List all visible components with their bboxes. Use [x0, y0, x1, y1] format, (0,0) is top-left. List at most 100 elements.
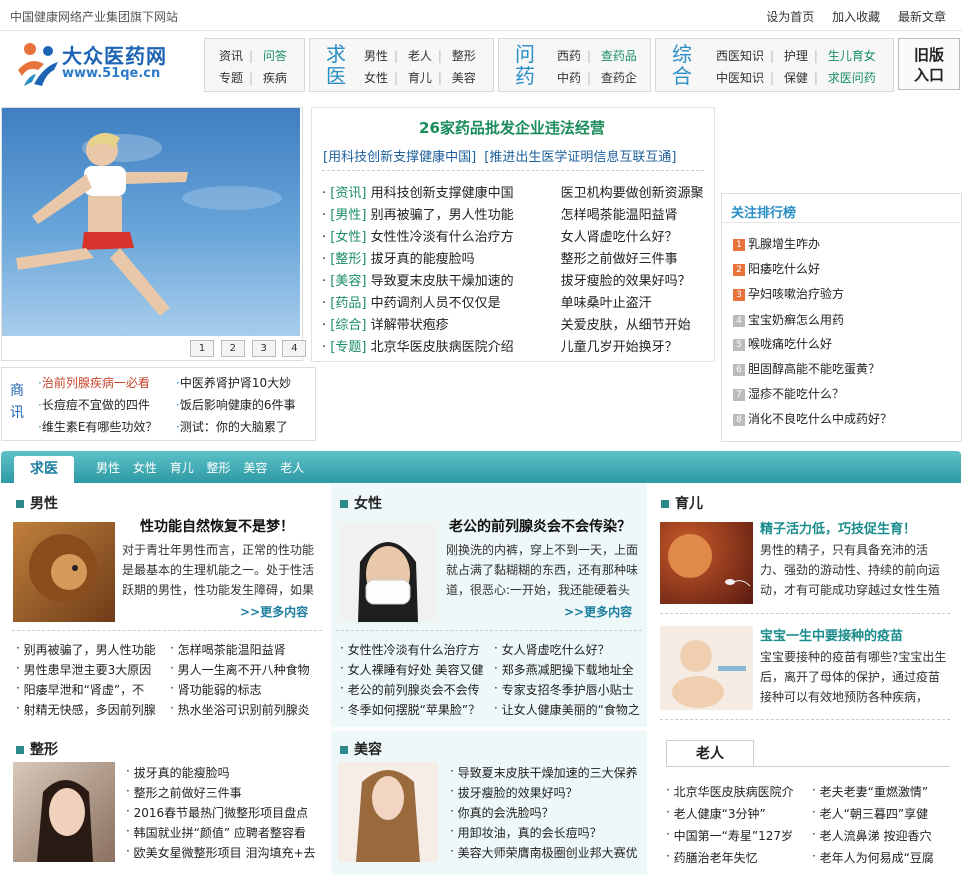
nav-item-chinese-medicine[interactable]: 中药	[557, 69, 581, 86]
nav-item-topic[interactable]: 专题	[219, 69, 243, 86]
nav-item-chinese-knowledge[interactable]: 中医知识	[716, 69, 764, 86]
news-subhead-right[interactable]: [推进出生医学证明信息互联互通]	[484, 146, 676, 165]
hero-page-3[interactable]: 3	[251, 340, 276, 357]
news-link[interactable]: 用科技创新支撑健康中国	[371, 182, 561, 201]
news-tag[interactable]: [药品]	[330, 292, 366, 311]
nav-big-seek-doctor[interactable]: 求医	[320, 43, 352, 87]
list-item[interactable]: · 药膳治老年失忆	[666, 849, 808, 866]
nav-item-seek-advice[interactable]: 求医问药	[828, 69, 876, 86]
news-subhead-left[interactable]: [用科技创新支撑健康中国]	[323, 146, 476, 165]
female-more-link[interactable]: >>更多内容	[564, 603, 632, 620]
list-item[interactable]: · 老人流鼻涕 按迎香穴	[812, 827, 954, 844]
ranking-item[interactable]: 3 孕妇咳嗽治疗验方	[733, 285, 844, 302]
list-item[interactable]: · 阳痿早泄和“肾虚”，不	[16, 681, 170, 698]
list-item[interactable]: · 北京华医皮肤病医院介	[666, 783, 808, 800]
list-item[interactable]: · 你真的会洗脸吗？	[450, 804, 648, 821]
section-link-elder[interactable]: 老人	[280, 459, 304, 476]
list-item[interactable]: · 美容大师荣膺南极圈创业邦大赛优	[450, 844, 648, 861]
news-link[interactable]: 关爱皮肤，从细节开始	[561, 314, 691, 333]
list-item[interactable]: · 老人健康“3分钟”	[666, 805, 808, 822]
female-article-image[interactable]	[338, 522, 438, 622]
news-link[interactable]: 怎样喝茶能温阳益肾	[561, 204, 678, 223]
list-item[interactable]: · 专家支招冬季护唇小贴士	[494, 681, 648, 698]
ranking-item[interactable]: 7 湿疹不能吃什么？	[733, 385, 844, 402]
nav-item-beauty[interactable]: 美容	[452, 69, 476, 86]
news-tag[interactable]: [男性]	[330, 204, 366, 223]
news-link[interactable]: 北京华医皮肤病医院介绍	[371, 336, 561, 355]
nav-item-search-drugs[interactable]: 查药品	[601, 47, 637, 64]
male-article-image[interactable]	[13, 522, 115, 622]
news-link[interactable]: 女人肾虚吃什么好？	[561, 226, 678, 245]
nav-item-male[interactable]: 男性	[364, 47, 388, 64]
news-link[interactable]: 儿童几岁开始换牙？	[561, 336, 678, 355]
ranking-item[interactable]: 1 乳腺增生咋办	[733, 235, 820, 252]
hero-page-1[interactable]: 1	[190, 340, 214, 357]
list-item[interactable]: · 肾功能弱的标志	[170, 681, 324, 698]
list-item[interactable]: · 老公的前列腺炎会不会传	[340, 681, 494, 698]
news-tag[interactable]: [资讯]	[330, 182, 366, 201]
list-item[interactable]: · 热水坐浴可识别前列腺炎	[170, 701, 324, 718]
section-tab-seek-doctor[interactable]: 求医	[14, 456, 74, 483]
latest-articles-link[interactable]: 最新文章	[898, 8, 946, 25]
male-more-link[interactable]: >>更多内容	[240, 603, 308, 620]
list-item[interactable]: · 整形之前做好三件事	[126, 784, 324, 801]
nav-big-ask-medicine[interactable]: 问药	[509, 43, 541, 87]
list-item[interactable]: · 男性患早泄主要3大原因	[16, 661, 170, 678]
nav-item-news[interactable]: 资讯	[219, 47, 243, 64]
news-link[interactable]: 女性性冷淡有什么治疗方	[371, 226, 561, 245]
list-item[interactable]: · 女性性冷淡有什么治疗方	[340, 641, 494, 658]
ranking-item[interactable]: 6 胆固醇高能不能吃蛋黄？	[733, 360, 880, 377]
list-item[interactable]: · 女人肾虚吃什么好？	[494, 641, 648, 658]
list-item[interactable]: · 射精无快感，多因前列腺	[16, 701, 170, 718]
news-tag[interactable]: [综合]	[330, 314, 366, 333]
female-article-headline[interactable]: 老公的前列腺炎会不会传染？	[449, 516, 631, 536]
nav-item-childbirth[interactable]: 生儿育女	[828, 47, 876, 64]
list-item[interactable]: · 老年人为何易成“豆腐	[812, 849, 954, 866]
business-news-item[interactable]: ·长痘痘不宜做的四件	[38, 396, 150, 413]
business-news-item[interactable]: ·治前列腺疾病一必看	[38, 374, 150, 391]
childcare-article1-image[interactable]	[660, 522, 753, 604]
news-link[interactable]: 导致夏末皮肤干燥加速的	[371, 270, 561, 289]
section-link-childcare[interactable]: 育儿	[170, 459, 194, 476]
list-item[interactable]: · 导致夏末皮肤干燥加速的三大保养	[450, 764, 648, 781]
list-item[interactable]: · 中国第一“寿星”127岁	[666, 827, 808, 844]
plastic-article-image[interactable]	[13, 762, 115, 862]
ranking-item[interactable]: 4 宝宝奶癣怎么用药	[733, 311, 844, 328]
add-favorite-link[interactable]: 加入收藏	[832, 8, 880, 25]
nav-item-search-companies[interactable]: 查药企	[601, 69, 637, 86]
news-link[interactable]: 单味桑叶止盗汗	[561, 292, 652, 311]
news-link[interactable]: 拔牙真的能瘦脸吗	[371, 248, 561, 267]
list-item[interactable]: · 拔牙瘦脸的效果好吗？	[450, 784, 648, 801]
set-homepage-link[interactable]: 设为首页	[766, 8, 814, 25]
section-link-beauty[interactable]: 美容	[243, 459, 267, 476]
nav-item-elder[interactable]: 老人	[408, 47, 432, 64]
list-item[interactable]: · 女人裸睡有好处 美容又健	[340, 661, 494, 678]
news-headline[interactable]: 26家药品批发企业违法经营	[311, 117, 713, 138]
childcare-article2-headline[interactable]: 宝宝一生中要接种的疫苗	[760, 625, 903, 644]
news-tag[interactable]: [专题]	[330, 336, 366, 355]
list-item[interactable]: · 拔牙真的能瘦脸吗	[126, 764, 324, 781]
news-tag[interactable]: [美容]	[330, 270, 366, 289]
nav-item-western-knowledge[interactable]: 西医知识	[716, 47, 764, 64]
section-link-plastic[interactable]: 整形	[207, 459, 231, 476]
news-tag[interactable]: [女性]	[330, 226, 366, 245]
business-news-item[interactable]: ·饭后影响健康的6件事	[176, 396, 295, 413]
list-item[interactable]: · 让女人健康美丽的“食物之	[494, 701, 648, 718]
list-item[interactable]: · 韩国就业拼“颜值” 应聘者整容看	[126, 824, 324, 841]
news-link[interactable]: 拔牙瘦脸的效果好吗？	[561, 270, 691, 289]
nav-item-nursing[interactable]: 护理	[784, 47, 808, 64]
list-item[interactable]: · 冬季如何摆脱“苹果脸”？	[340, 701, 494, 718]
nav-big-general[interactable]: 综合	[666, 43, 698, 87]
hero-image[interactable]	[2, 108, 300, 336]
list-item[interactable]: · 怎样喝茶能温阳益肾	[170, 641, 324, 658]
ranking-item[interactable]: 5 喉咙痛吃什么好	[733, 335, 832, 352]
news-link[interactable]: 整形之前做好三件事	[561, 248, 678, 267]
news-link[interactable]: 中药调剂人员不仅仅是	[371, 292, 561, 311]
business-news-item[interactable]: ·中医养肾护肾10大妙	[176, 374, 291, 391]
nav-item-qa[interactable]: 问答	[263, 47, 287, 64]
old-version-button[interactable]: 旧版 入口	[898, 38, 960, 90]
news-link[interactable]: 详解带状疱疹	[371, 314, 561, 333]
nav-item-female[interactable]: 女性	[364, 69, 388, 86]
hero-page-4[interactable]: 4	[282, 340, 307, 357]
list-item[interactable]: · 欧美女星微整形项目 泪沟填充+去	[126, 844, 324, 861]
